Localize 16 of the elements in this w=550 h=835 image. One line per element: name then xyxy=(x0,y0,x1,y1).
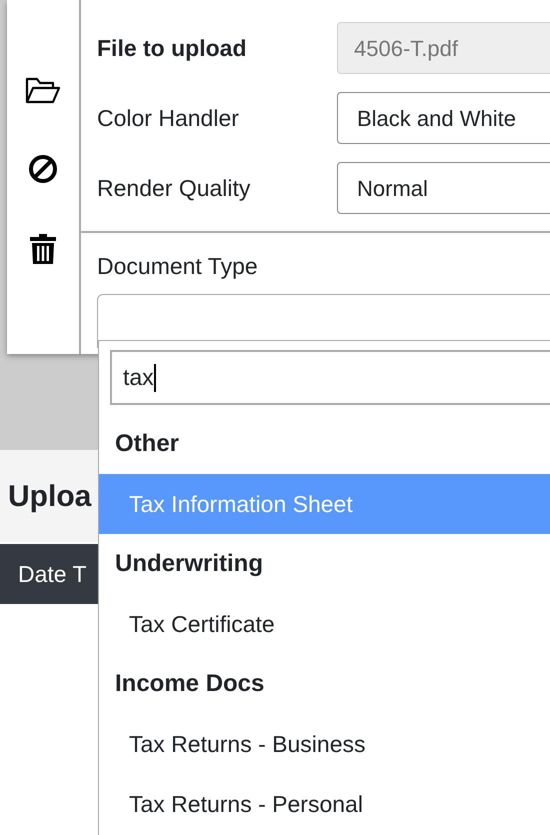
group-label: Underwriting xyxy=(114,549,264,579)
trash-icon[interactable] xyxy=(30,234,56,264)
file-field[interactable]: 4506-T.pdf xyxy=(337,22,550,74)
field-label: File to upload xyxy=(97,34,248,63)
section-heading: Uploa xyxy=(8,478,92,514)
group-label: Income Docs xyxy=(114,669,266,699)
column-header: Date T xyxy=(18,560,87,589)
ban-icon[interactable] xyxy=(28,154,58,184)
folder-icon[interactable] xyxy=(25,76,61,104)
search-field[interactable]: tax xyxy=(110,350,550,405)
field-label: Render Quality xyxy=(97,174,252,203)
group-label: Other xyxy=(114,429,180,459)
field-label: Color Handler xyxy=(97,104,240,133)
select-field[interactable]: Black and White xyxy=(337,92,550,144)
field-label: Document Type xyxy=(97,252,259,281)
select-field[interactable]: Normal xyxy=(337,162,550,214)
